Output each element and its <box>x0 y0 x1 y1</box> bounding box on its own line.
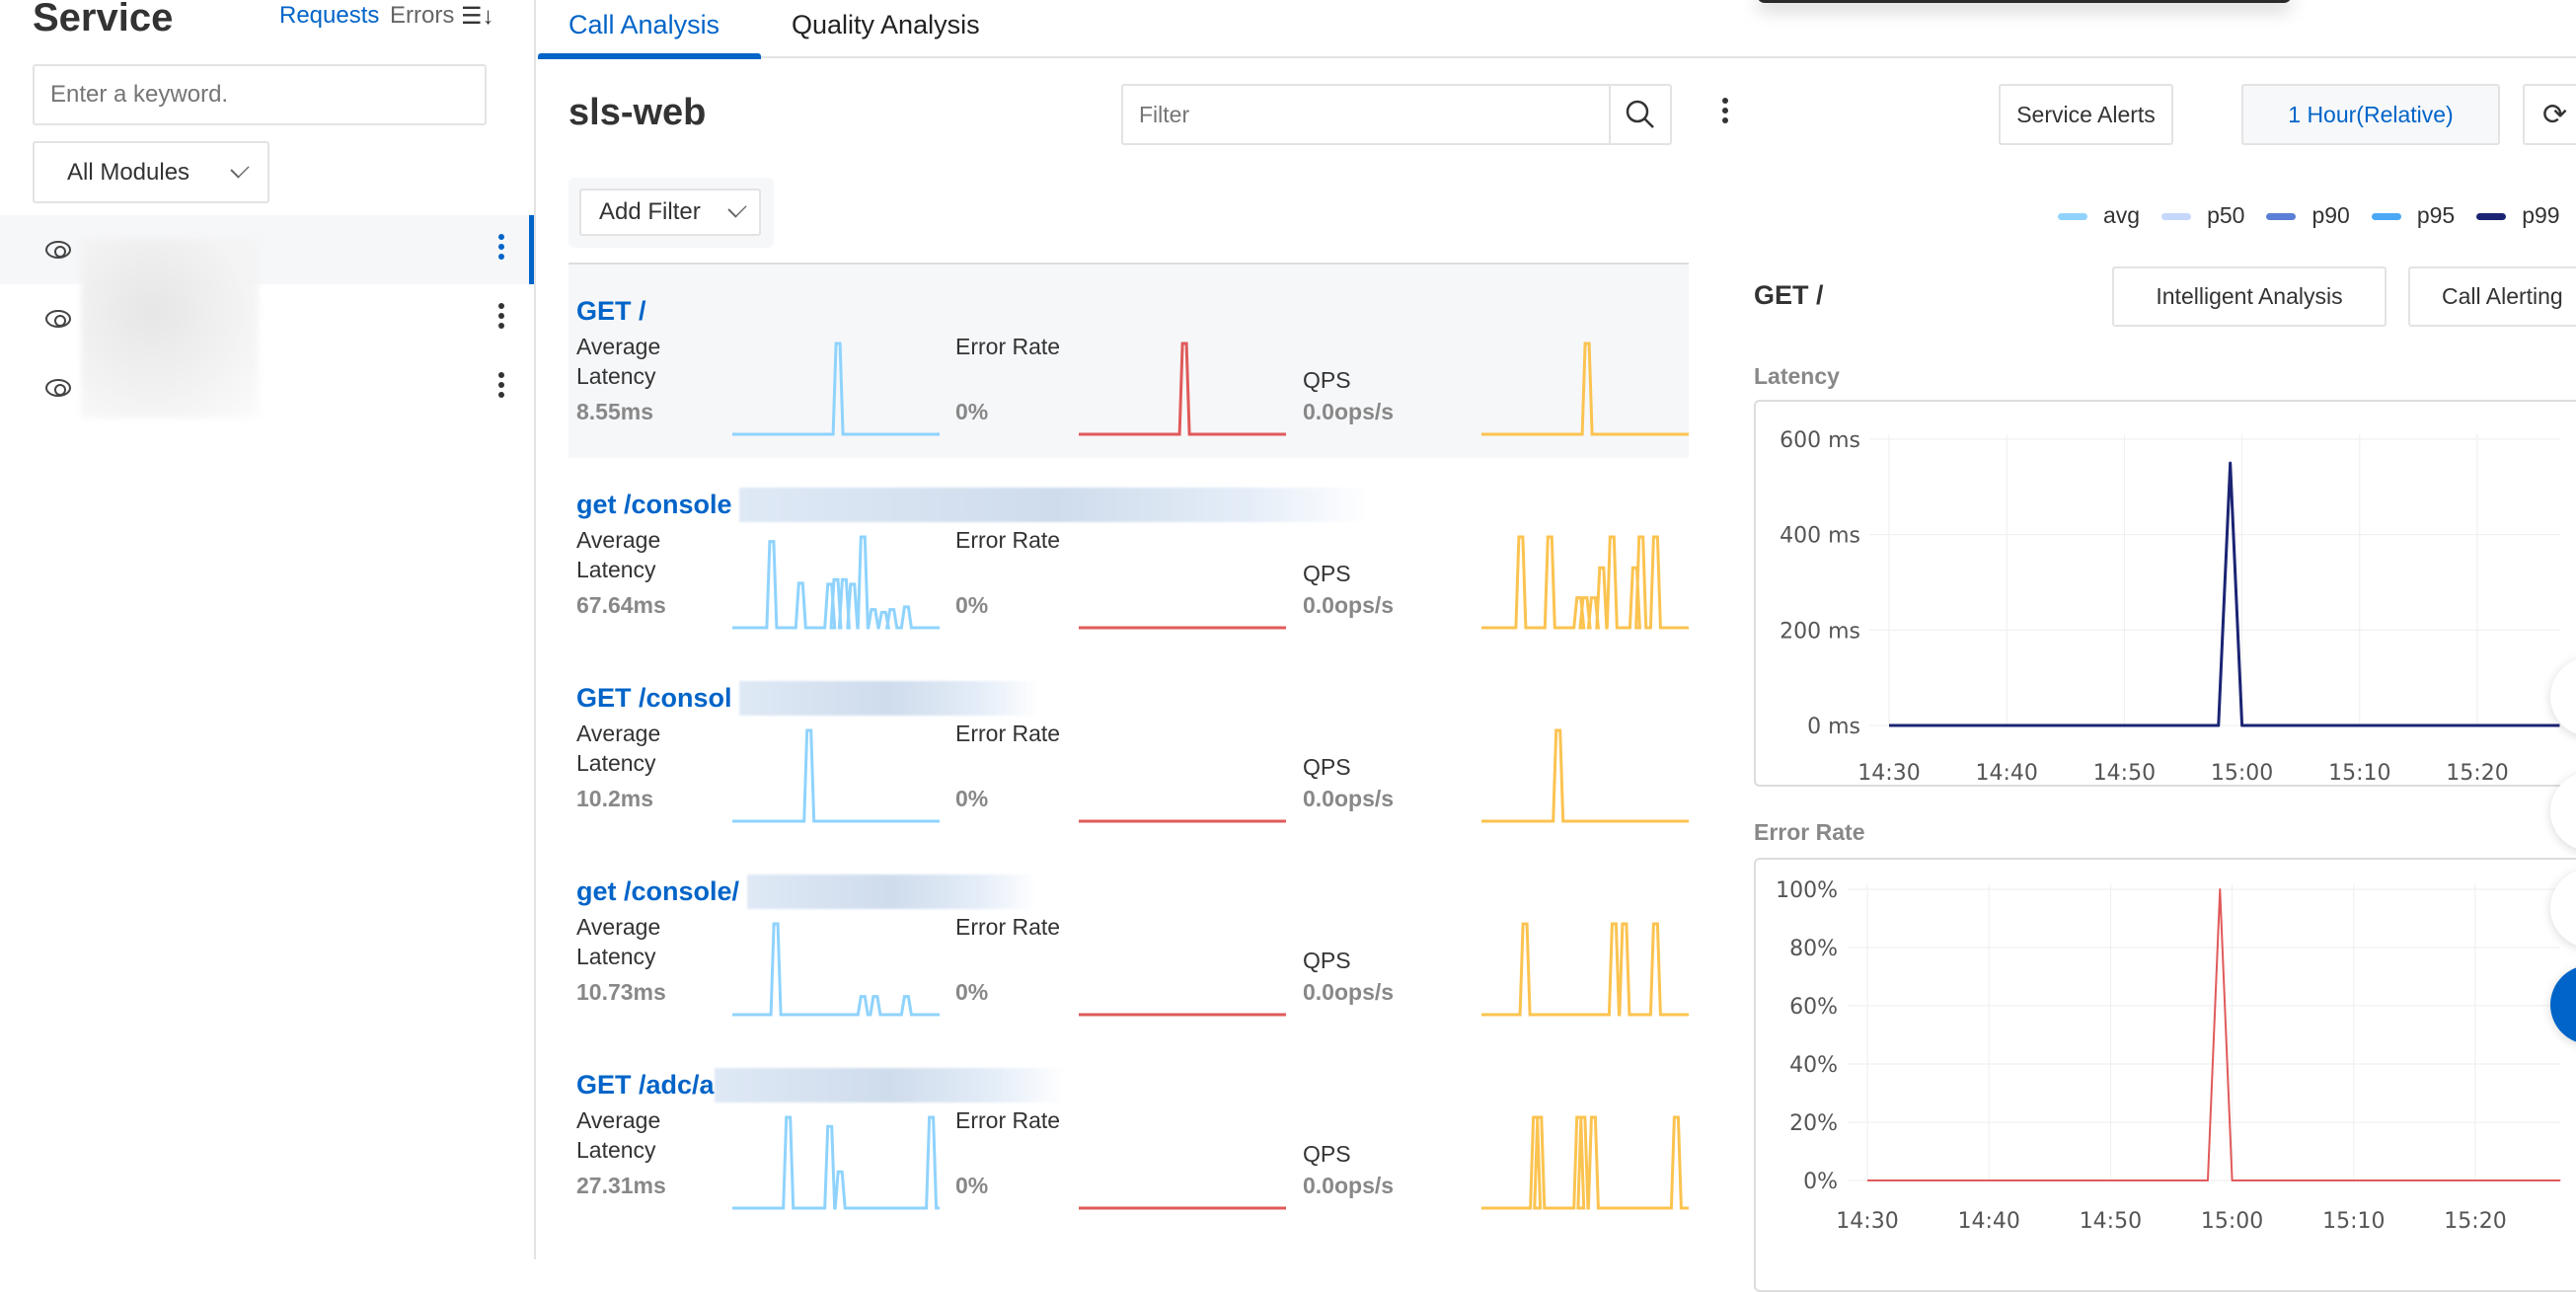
x-tick-label: 14:50 <box>2093 761 2156 786</box>
detail-charts: 0 ms 200 ms 400 ms 600 ms 14:30 14:40 14:50 15:… <box>1776 428 2561 1234</box>
x-tick-label: 15:10 <box>2328 761 2390 786</box>
x-tick-label: 15:00 <box>2201 1209 2263 1234</box>
x-tick-label: 15:20 <box>2446 761 2508 786</box>
series-line <box>1867 888 2561 1181</box>
y-tick-label: 60% <box>1789 995 1838 1020</box>
y-tick-label: 40% <box>1789 1053 1838 1078</box>
x-tick-label: 14:30 <box>1857 761 1920 786</box>
x-tick-label: 15:20 <box>2444 1209 2506 1234</box>
series-line <box>1889 461 2560 727</box>
x-tick-label: 15:10 <box>2322 1209 2385 1234</box>
y-tick-label: 20% <box>1789 1111 1838 1136</box>
x-tick-label: 15:00 <box>2211 761 2273 786</box>
y-tick-label: 200 ms <box>1780 619 1860 644</box>
y-tick-label: 0 ms <box>1807 715 1860 739</box>
x-tick-label: 14:50 <box>2080 1209 2142 1234</box>
y-tick-label: 600 ms <box>1780 428 1860 453</box>
x-tick-label: 14:30 <box>1836 1209 1898 1234</box>
x-tick-label: 14:40 <box>1975 761 2037 786</box>
y-tick-label: 80% <box>1789 937 1838 961</box>
y-tick-label: 0% <box>1803 1170 1838 1194</box>
y-tick-label: 400 ms <box>1780 524 1860 549</box>
y-tick-label: 100% <box>1776 878 1838 903</box>
x-tick-label: 14:40 <box>1957 1209 2019 1234</box>
